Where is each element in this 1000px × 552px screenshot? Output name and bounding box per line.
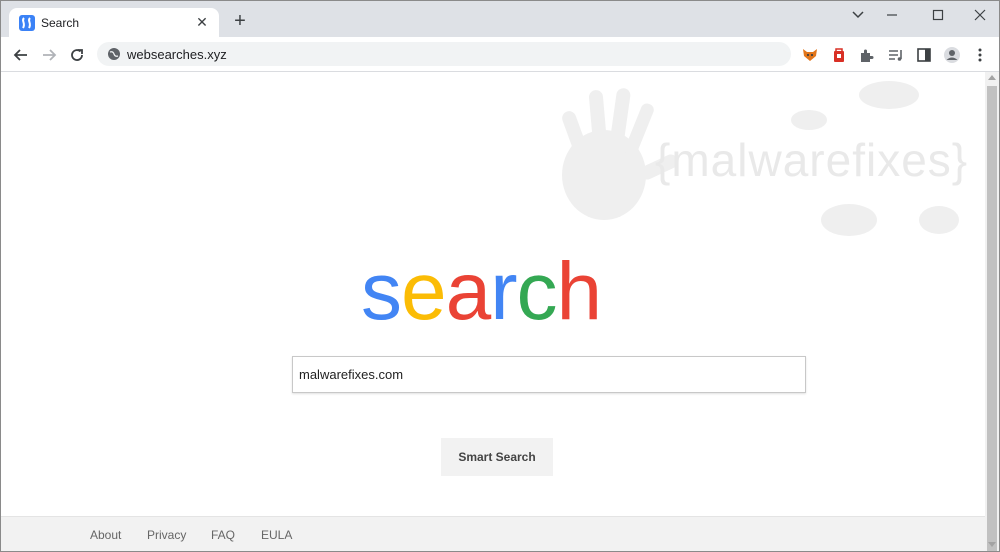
browser-toolbar: websearches.xyz [1, 37, 999, 72]
address-bar[interactable]: websearches.xyz [97, 42, 791, 66]
search-logo: search [361, 246, 603, 337]
footer-link-eula[interactable]: EULA [261, 528, 292, 542]
new-tab-icon[interactable]: + [230, 11, 250, 32]
scroll-up-arrow-icon[interactable] [988, 75, 996, 80]
fox-extension-icon[interactable] [801, 46, 819, 64]
watermark-text: {malwarefixes} [655, 134, 969, 186]
search-input[interactable] [293, 357, 805, 392]
maximize-icon[interactable] [927, 6, 949, 24]
smart-search-button[interactable]: Smart Search [441, 438, 553, 476]
footer-link-faq[interactable]: FAQ [211, 528, 235, 542]
menu-kebab-icon[interactable] [971, 46, 989, 64]
tab-title: Search [41, 16, 80, 30]
forward-icon[interactable] [39, 45, 59, 65]
tab-search[interactable]: Search ✕ [9, 8, 219, 37]
red-bag-extension-icon[interactable] [830, 46, 848, 64]
footer-link-privacy[interactable]: Privacy [147, 528, 186, 542]
page-scrollbar[interactable] [985, 72, 999, 551]
tab-strip: Search ✕ + [1, 1, 999, 37]
minimize-icon[interactable] [881, 6, 903, 24]
extensions-puzzle-icon[interactable] [858, 46, 876, 64]
scrollbar-thumb[interactable] [987, 86, 997, 551]
reload-icon[interactable] [67, 45, 87, 65]
footer-link-about[interactable]: About [90, 528, 121, 542]
media-controls-icon[interactable] [887, 46, 905, 64]
back-icon[interactable] [11, 45, 31, 65]
favicon-icon [19, 15, 35, 31]
browser-window: Search ✕ + websearches.xyz {malwarefixes… [0, 0, 1000, 552]
close-window-icon[interactable] [969, 6, 991, 24]
logo-letter: e [401, 246, 447, 337]
logo-letter: c [516, 246, 558, 337]
tab-search-chevron-icon[interactable] [847, 6, 869, 24]
profile-avatar-icon[interactable] [943, 46, 961, 64]
url-text[interactable]: websearches.xyz [127, 47, 227, 62]
scroll-down-arrow-icon[interactable] [988, 542, 996, 547]
logo-letter: r [490, 246, 517, 337]
close-tab-icon[interactable]: ✕ [194, 14, 210, 30]
search-box [292, 356, 806, 393]
globe-icon[interactable] [107, 47, 121, 61]
footer: About Privacy FAQ EULA [1, 516, 985, 551]
side-panel-icon[interactable] [915, 46, 933, 64]
logo-letter: h [556, 246, 603, 337]
logo-letter: a [445, 246, 492, 337]
logo-letter: s [361, 246, 402, 337]
